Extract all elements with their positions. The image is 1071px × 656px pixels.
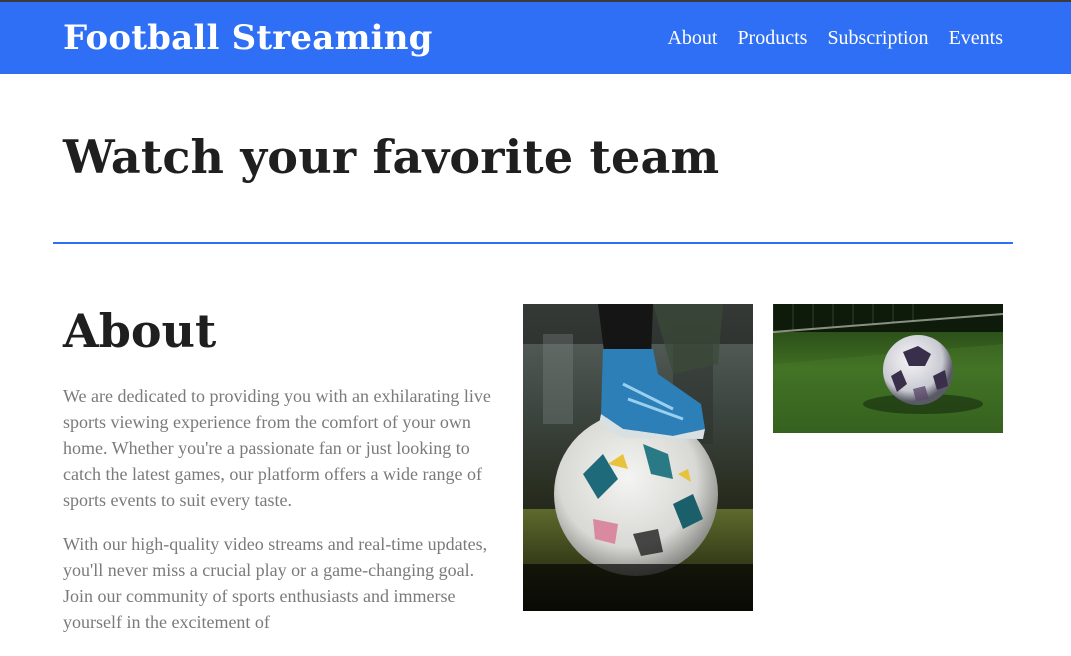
- hero-section: Watch your favorite team: [0, 74, 1071, 242]
- nav-link-subscription[interactable]: Subscription: [827, 27, 928, 50]
- navbar: Football Streaming About Products Subscr…: [0, 2, 1071, 74]
- football-boot-photo: [523, 304, 753, 611]
- about-section: About We are dedicated to providing you …: [0, 244, 1071, 635]
- nav-link-events[interactable]: Events: [949, 27, 1003, 50]
- brand-logo[interactable]: Football Streaming: [63, 21, 433, 55]
- about-text: About We are dedicated to providing you …: [63, 304, 508, 635]
- about-paragraph: We are dedicated to providing you with a…: [63, 385, 491, 510]
- about-heading: About: [63, 304, 217, 358]
- nav-link-products[interactable]: Products: [737, 27, 807, 50]
- nav-link-about[interactable]: About: [667, 27, 717, 50]
- hero-title: Watch your favorite team: [63, 130, 720, 184]
- main-nav: About Products Subscription Events: [667, 27, 1003, 50]
- about-paragraph: With our high-quality video streams and …: [63, 533, 488, 632]
- football-on-grass-photo: [773, 304, 1003, 433]
- about-images: [523, 304, 1003, 635]
